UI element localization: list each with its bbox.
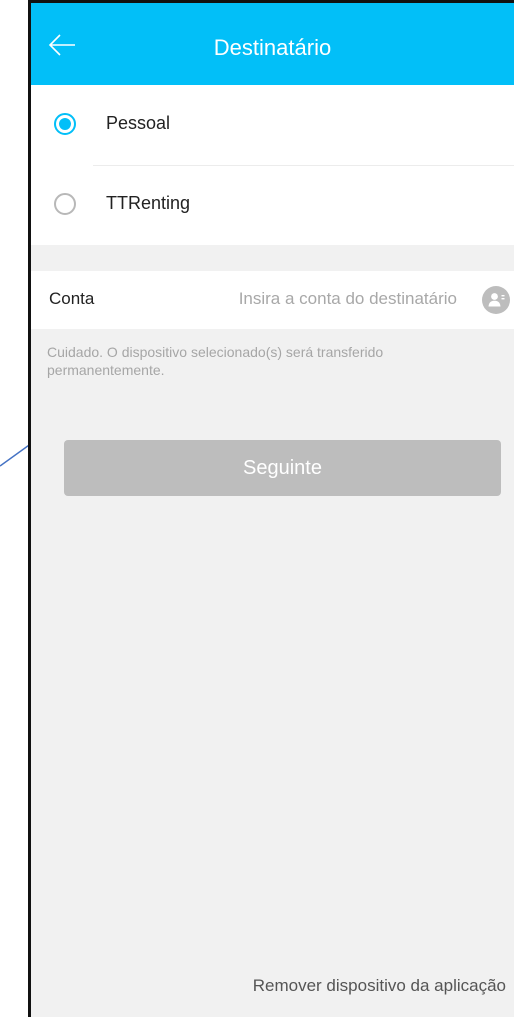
page: Destinatário Pessoal TTRenting Conta Ins…	[0, 0, 514, 1017]
account-label: Conta	[49, 289, 95, 308]
remove-device-link[interactable]: Remover dispositivo da aplicação	[253, 976, 506, 996]
radio-option-ttrenting[interactable]: TTRenting	[31, 165, 514, 245]
transfer-warning: Cuidado. O dispositivo selecionado(s) se…	[47, 344, 384, 378]
radio-label-pessoal: Pessoal	[106, 113, 171, 133]
phone-screen: Destinatário Pessoal TTRenting Conta Ins…	[28, 0, 514, 1017]
radio-unchecked-icon[interactable]	[54, 193, 76, 215]
contact-book-icon[interactable]	[482, 286, 510, 314]
top-app-bar: Destinatário	[31, 3, 514, 85]
recipient-type-group: Pessoal TTRenting	[31, 85, 514, 245]
account-row: Conta	[31, 271, 514, 329]
radio-label-ttrenting: TTRenting	[106, 193, 191, 213]
page-title: Destinatário	[213, 35, 332, 60]
radio-checked-icon[interactable]	[54, 113, 76, 135]
next-button[interactable]: Seguinte	[64, 440, 501, 496]
account-input[interactable]	[171, 283, 457, 315]
radio-option-pessoal[interactable]: Pessoal	[31, 85, 514, 165]
